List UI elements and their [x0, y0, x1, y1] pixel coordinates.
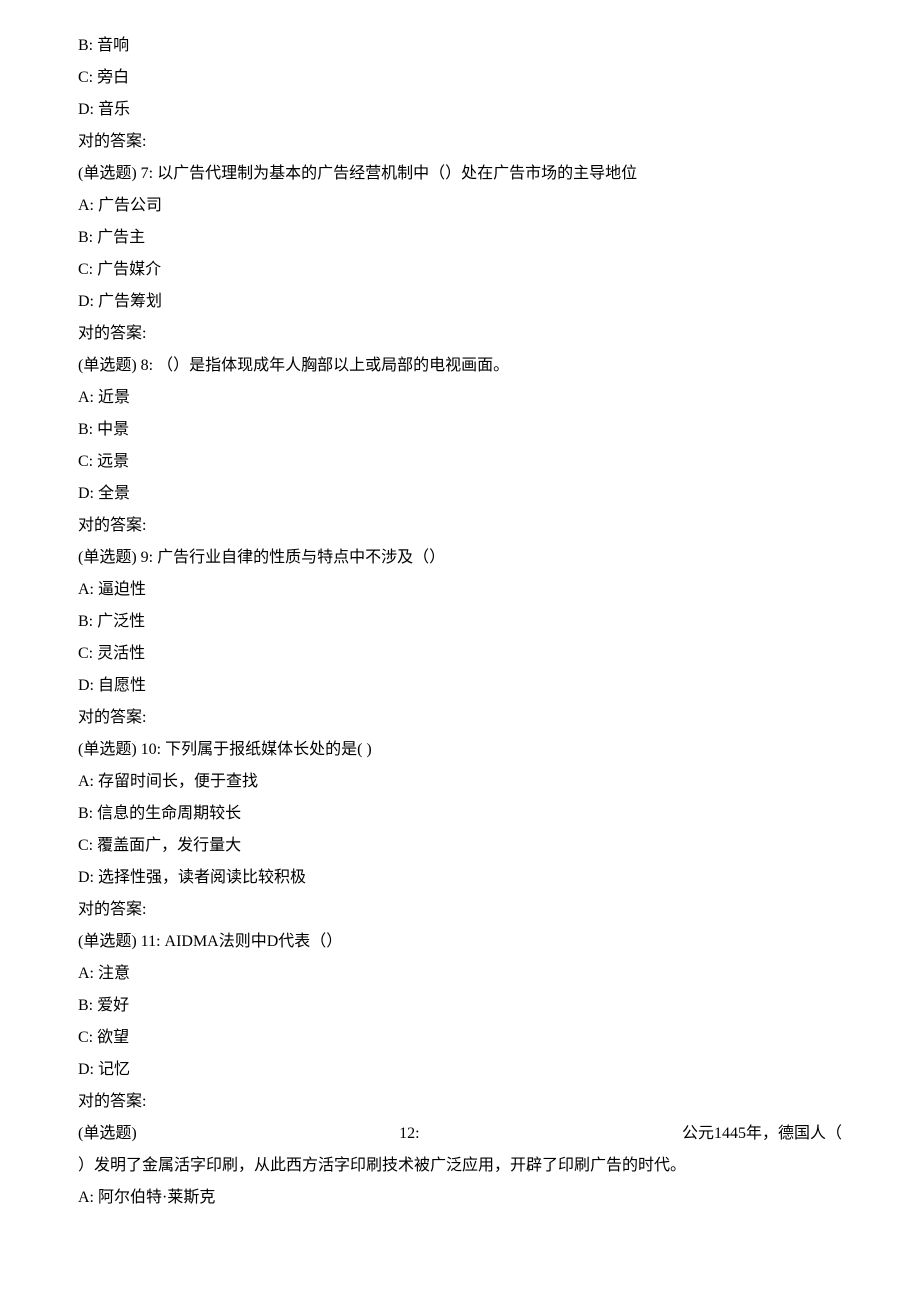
q11-option-b: B: 爱好 — [78, 990, 842, 1022]
q7-stem: (单选题) 7: 以广告代理制为基本的广告经营机制中（）处在广告市场的主导地位 — [78, 158, 842, 190]
q8-answer-label: 对的答案: — [78, 510, 842, 542]
q11-stem: (单选题) 11: AIDMA法则中D代表（） — [78, 926, 842, 958]
q12-stem-line1: (单选题) 12: 公元1445年，德国人（ — [78, 1118, 842, 1150]
q6-answer-label: 对的答案: — [78, 126, 842, 158]
q11-option-d: D: 记忆 — [78, 1054, 842, 1086]
q7-option-d: D: 广告筹划 — [78, 286, 842, 318]
q11-option-a: A: 注意 — [78, 958, 842, 990]
q10-answer-label: 对的答案: — [78, 894, 842, 926]
q12-option-a: A: 阿尔伯特·莱斯克 — [78, 1182, 842, 1214]
q11-answer-label: 对的答案: — [78, 1086, 842, 1118]
q12-stem-part-c: 公元1445年，德国人（ — [682, 1118, 842, 1150]
q8-option-c: C: 远景 — [78, 446, 842, 478]
q6-option-d: D: 音乐 — [78, 94, 842, 126]
document-page: B: 音响 C: 旁白 D: 音乐 对的答案: (单选题) 7: 以广告代理制为… — [0, 0, 920, 1254]
q8-option-a: A: 近景 — [78, 382, 842, 414]
q9-option-b: B: 广泛性 — [78, 606, 842, 638]
q9-option-d: D: 自愿性 — [78, 670, 842, 702]
q7-answer-label: 对的答案: — [78, 318, 842, 350]
q12-stem-part-a: (单选题) — [78, 1118, 137, 1150]
q8-stem: (单选题) 8: （）是指体现成年人胸部以上或局部的电视画面。 — [78, 350, 842, 382]
q10-option-a: A: 存留时间长，便于查找 — [78, 766, 842, 798]
q8-option-b: B: 中景 — [78, 414, 842, 446]
q9-answer-label: 对的答案: — [78, 702, 842, 734]
q12-stem-line2: ）发明了金属活字印刷，从此西方活字印刷技术被广泛应用，开辟了印刷广告的时代。 — [78, 1150, 842, 1182]
q9-option-a: A: 逼迫性 — [78, 574, 842, 606]
q8-option-d: D: 全景 — [78, 478, 842, 510]
q7-option-c: C: 广告媒介 — [78, 254, 842, 286]
q7-option-a: A: 广告公司 — [78, 190, 842, 222]
q10-option-d: D: 选择性强，读者阅读比较积极 — [78, 862, 842, 894]
q11-option-c: C: 欲望 — [78, 1022, 842, 1054]
q10-option-c: C: 覆盖面广，发行量大 — [78, 830, 842, 862]
q9-option-c: C: 灵活性 — [78, 638, 842, 670]
q7-option-b: B: 广告主 — [78, 222, 842, 254]
q10-option-b: B: 信息的生命周期较长 — [78, 798, 842, 830]
q9-stem: (单选题) 9: 广告行业自律的性质与特点中不涉及（） — [78, 542, 842, 574]
q12-stem-part-b: 12: — [399, 1118, 419, 1150]
q6-option-b: B: 音响 — [78, 30, 842, 62]
q10-stem: (单选题) 10: 下列属于报纸媒体长处的是( ) — [78, 734, 842, 766]
q6-option-c: C: 旁白 — [78, 62, 842, 94]
